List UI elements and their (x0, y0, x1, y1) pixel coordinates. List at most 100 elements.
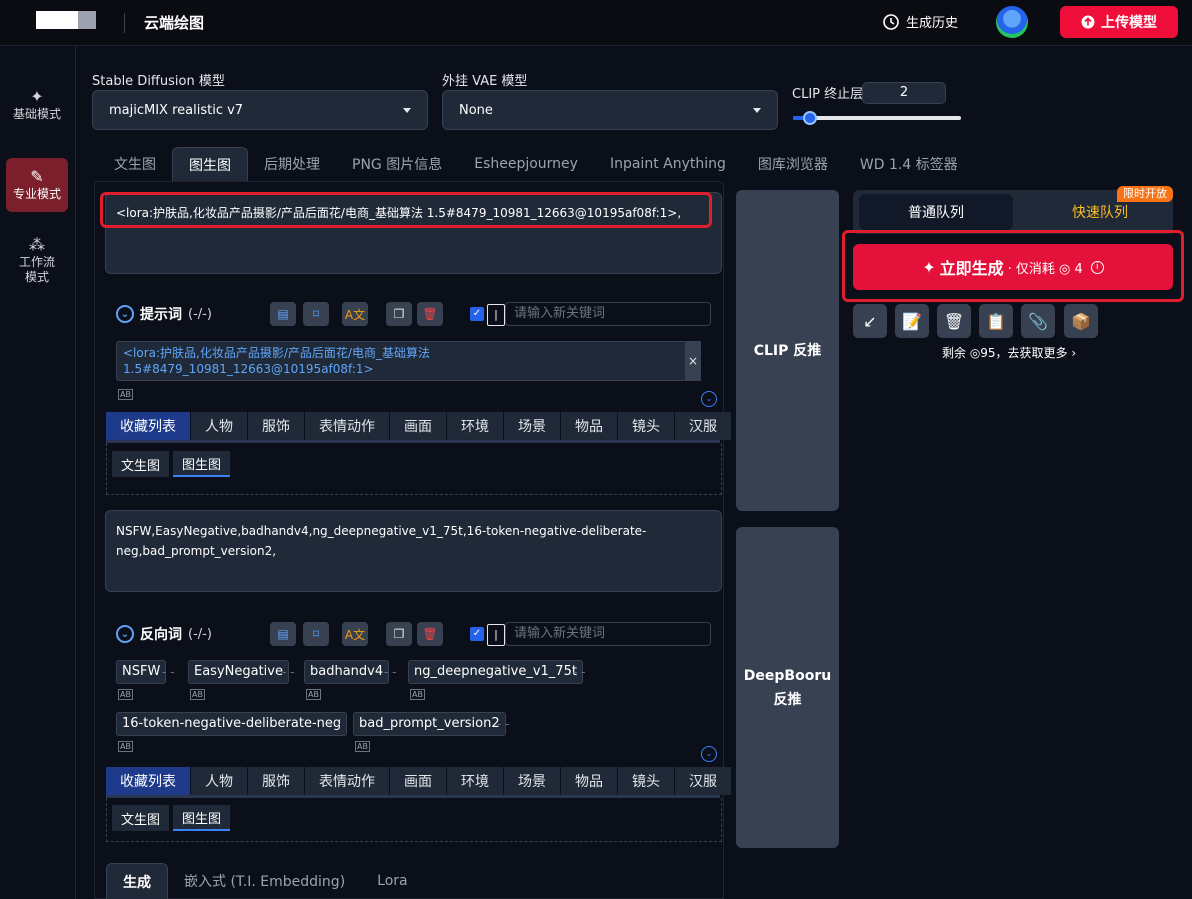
tab-embedding[interactable]: 嵌入式 (T.I. Embedding) (168, 863, 361, 899)
import-icon[interactable]: ▤ (270, 302, 296, 326)
category-favorites[interactable]: 收藏列表 (106, 412, 191, 440)
brand-logo[interactable] (36, 11, 96, 29)
category-frame[interactable]: 画面 (390, 412, 447, 440)
vae-model-select[interactable]: None (442, 90, 778, 130)
prompt-chip[interactable]: <lora:护肤品,化妆品产品摄影/产品后面花/电商_基础算法 1.5#8479… (116, 341, 686, 381)
upload-model-button[interactable]: 上传模型 (1060, 6, 1178, 38)
info-icon: i (1090, 260, 1104, 274)
category-people[interactable]: 人物 (191, 412, 248, 440)
deepbooru-interrogate-button[interactable]: DeepBooru 反推 (736, 527, 839, 848)
tab-gallery[interactable]: 图库浏览器 (742, 147, 844, 181)
negative-section-title[interactable]: ⌄ 反向词 (-/-) (116, 624, 212, 644)
category-camera[interactable]: 镜头 (618, 767, 675, 795)
sd-model-select[interactable]: majicMIX realistic v7 (92, 90, 428, 130)
text-cursor-icon[interactable]: | (487, 624, 505, 646)
category-scene[interactable]: 场景 (504, 412, 561, 440)
close-icon[interactable]: × (685, 341, 701, 381)
category-favorites[interactable]: 收藏列表 (106, 767, 191, 795)
negative-chip[interactable]: EasyNegative (188, 660, 289, 684)
tab-inpaint-anything[interactable]: Inpaint Anything (594, 147, 742, 181)
category-hanfu[interactable]: 汉服 (675, 412, 732, 440)
prompt-keyword-input[interactable]: 请输入新关键词 (505, 302, 711, 326)
category-hanfu[interactable]: 汉服 (675, 767, 732, 795)
remaining-credits-link[interactable]: 剩余 ◎95，去获取更多 › (942, 344, 1076, 361)
category-scene[interactable]: 场景 (504, 767, 561, 795)
negative-chip[interactable]: 16-token-negative-deliberate-neg (116, 712, 348, 736)
note-icon[interactable]: 📝 (895, 304, 929, 338)
tab-img2img[interactable]: 图生图 (172, 147, 248, 181)
category-expression[interactable]: 表情动作 (305, 767, 390, 795)
generate-button[interactable]: ✦ 立即生成 · 仅消耗 ◎ 4 i (853, 244, 1173, 290)
negative-title: 反向词 (140, 627, 182, 643)
negative-chip[interactable]: badhandv4 (304, 660, 390, 684)
category-environment[interactable]: 环境 (447, 412, 504, 440)
chevron-down-icon[interactable]: ⌄ (701, 391, 717, 407)
translate-icon[interactable]: A文 (342, 622, 368, 646)
sidebar-item-basic[interactable]: ✦ 基础模式 (6, 82, 68, 128)
category-environment[interactable]: 环境 (447, 767, 504, 795)
app-root: 云端绘图 生成历史 上传模型 ✦ 基础模式 ✎ 专业模式 ⁂ 工作流 模式 St… (0, 0, 1192, 899)
category-objects[interactable]: 物品 (561, 412, 618, 440)
sidebar-item-workflow[interactable]: ⁂ 工作流 模式 (6, 230, 68, 292)
subtab-img2img[interactable]: 图生图 (173, 805, 231, 831)
trash-icon[interactable]: 🗑 (937, 304, 971, 338)
bookmark-icon[interactable]: ⌑ (303, 622, 329, 646)
chip-separator: - - (162, 665, 175, 679)
translate-icon[interactable]: AB (306, 689, 321, 700)
category-clothing[interactable]: 服饰 (248, 412, 305, 440)
tab-wd-tagger[interactable]: WD 1.4 标签器 (844, 147, 974, 181)
enable-checkbox[interactable]: ✓ (470, 307, 484, 321)
clipboard-icon[interactable]: 📋 (979, 304, 1013, 338)
generate-label: 立即生成 (939, 259, 1004, 278)
translate-icon[interactable]: AB (410, 689, 425, 700)
text-cursor-icon[interactable]: | (487, 304, 505, 326)
translate-icon[interactable]: AB (118, 689, 133, 700)
copy-icon[interactable]: ❐ (386, 302, 412, 326)
tab-lora[interactable]: Lora (361, 863, 423, 899)
tab-generate[interactable]: 生成 (106, 863, 168, 899)
category-clothing[interactable]: 服饰 (248, 767, 305, 795)
subtab-txt2img[interactable]: 文生图 (112, 805, 170, 831)
copy-icon[interactable]: ❐ (386, 622, 412, 646)
arrow-icon[interactable]: ↙ (853, 304, 887, 338)
package-icon[interactable]: 📦 (1064, 304, 1098, 338)
negative-keyword-input[interactable]: 请输入新关键词 (505, 622, 711, 646)
tab-esheepjourney[interactable]: Esheepjourney (458, 147, 594, 181)
category-camera[interactable]: 镜头 (618, 412, 675, 440)
translate-icon[interactable]: AB (190, 689, 205, 700)
slider-handle[interactable] (802, 111, 817, 125)
chevron-down-icon[interactable]: ⌄ (701, 746, 717, 762)
bookmark-icon[interactable]: ⌑ (303, 302, 329, 326)
category-expression[interactable]: 表情动作 (305, 412, 390, 440)
negative-chip[interactable]: bad_prompt_version2 (353, 712, 506, 736)
translate-icon[interactable]: AB (118, 741, 133, 752)
negative-chip[interactable]: NSFW (116, 660, 167, 684)
category-objects[interactable]: 物品 (561, 767, 618, 795)
negative-prompt-textarea[interactable]: NSFW,EasyNegative,badhandv4,ng_deepnegat… (105, 510, 722, 592)
trash-icon[interactable]: 🗑 (417, 302, 443, 326)
translate-icon[interactable]: AB (355, 741, 370, 752)
clip-skip-slider[interactable] (793, 111, 961, 125)
queue-normal-tab[interactable]: 普通队列 (859, 194, 1013, 230)
category-frame[interactable]: 画面 (390, 767, 447, 795)
tab-png-info[interactable]: PNG 图片信息 (336, 147, 458, 181)
negative-chip[interactable]: ng_deepnegative_v1_75t (408, 660, 583, 684)
paperclip-icon[interactable]: 📎 (1021, 304, 1055, 338)
trash-icon[interactable]: 🗑 (417, 622, 443, 646)
clip-interrogate-button[interactable]: CLIP 反推 (736, 190, 839, 511)
translate-icon[interactable]: A文 (342, 302, 368, 326)
subtab-txt2img[interactable]: 文生图 (112, 451, 170, 477)
history-button[interactable]: 生成历史 (882, 12, 958, 31)
avatar[interactable] (996, 6, 1028, 38)
subtab-img2img[interactable]: 图生图 (173, 451, 231, 477)
tab-txt2img[interactable]: 文生图 (98, 147, 172, 181)
import-icon[interactable]: ▤ (270, 622, 296, 646)
translate-icon[interactable]: AB (118, 389, 133, 400)
category-people[interactable]: 人物 (191, 767, 248, 795)
tab-postprocess[interactable]: 后期处理 (248, 147, 336, 181)
clip-skip-input[interactable]: 2 (862, 82, 946, 104)
workflow-icon: ⁂ (29, 235, 45, 254)
sidebar-item-pro[interactable]: ✎ 专业模式 (6, 158, 68, 212)
prompt-section-title[interactable]: ⌄ 提示词 (-/-) (116, 304, 212, 324)
enable-checkbox[interactable]: ✓ (470, 627, 484, 641)
